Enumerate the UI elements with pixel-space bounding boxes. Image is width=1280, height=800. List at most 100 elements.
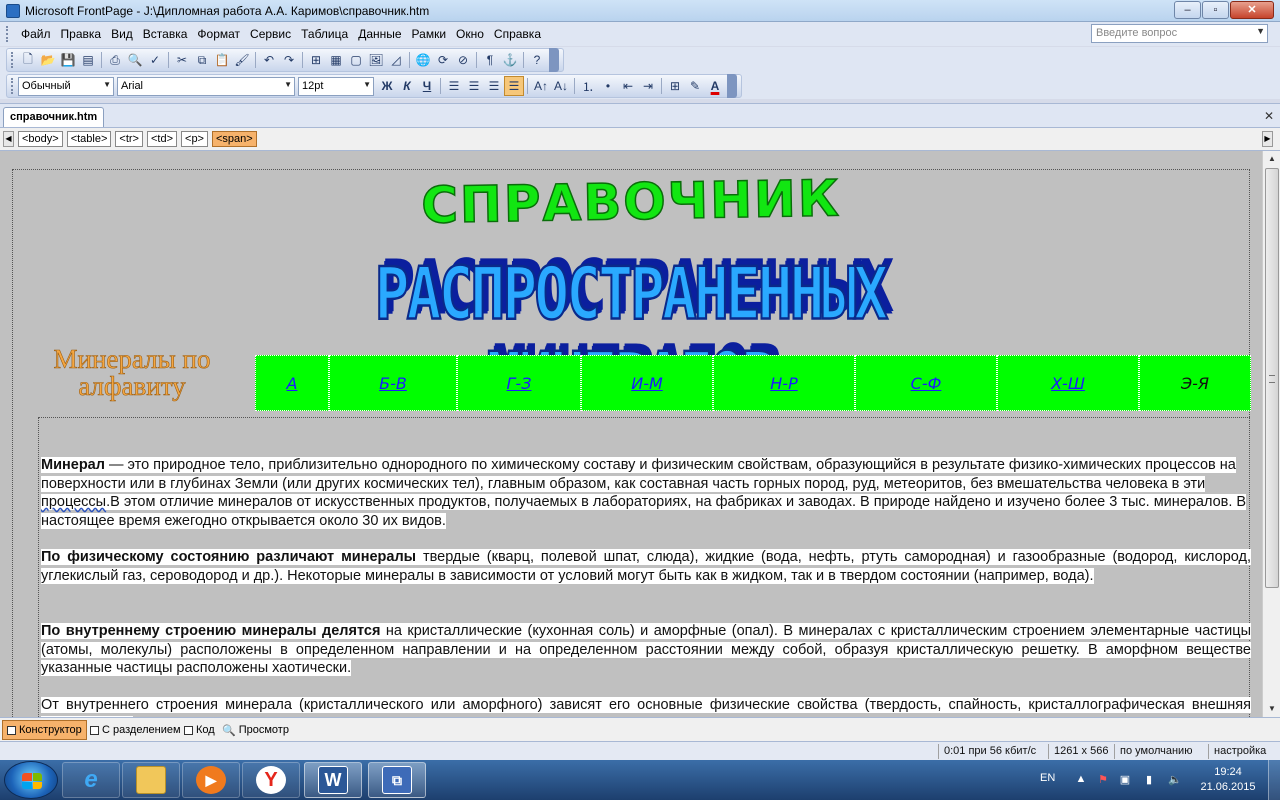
minimize-button[interactable]: – <box>1174 1 1201 19</box>
style-select[interactable]: Обычный ▼ <box>18 76 114 96</box>
paragraph-mineral-definition[interactable]: Минерал — это природное тело, приблизите… <box>41 456 1251 530</box>
tray-show-hidden-icon[interactable]: ▲ <box>1074 773 1088 787</box>
insert-table-icon[interactable]: ▦ <box>326 50 346 70</box>
design-editor[interactable]: СПРАВОЧНИК РАСПРОСТРАНЕННЫХ МИНЕРАЛОВ Ми… <box>0 151 1262 717</box>
chevron-down-icon[interactable]: ▼ <box>1256 26 1265 36</box>
increase-indent-icon[interactable]: ⇥ <box>638 76 658 96</box>
tray-device-icon[interactable]: ▣ <box>1118 773 1132 787</box>
scroll-down-icon[interactable]: ▼ <box>1264 701 1280 717</box>
menu-view[interactable]: Вид <box>106 25 138 43</box>
paragraph-link[interactable]: процессы <box>41 494 106 510</box>
help-icon[interactable]: ? <box>527 50 547 70</box>
tray-clock[interactable]: 19:24 21.06.2015 <box>1198 765 1258 795</box>
nav-link-n-r[interactable]: Н-Р <box>713 355 855 411</box>
insert-picture-icon[interactable]: 🖼 <box>366 50 386 70</box>
toolbar-options-icon[interactable] <box>549 48 559 72</box>
frontpage-app-icon[interactable] <box>6 3 20 18</box>
status-custom[interactable]: настройка <box>1214 745 1266 757</box>
menu-help[interactable]: Справка <box>489 25 546 43</box>
format-painter-icon[interactable]: 🖌 <box>232 50 252 70</box>
print-icon[interactable]: ⎙ <box>105 50 125 70</box>
justify-icon[interactable]: ☰ <box>504 76 524 96</box>
italic-button[interactable]: К <box>397 76 417 96</box>
show-desktop-button[interactable] <box>1268 760 1280 800</box>
taskbar-media-player[interactable]: ▶ <box>182 762 240 798</box>
paragraph-physical-state[interactable]: По физическому состоянию различают минер… <box>41 548 1251 585</box>
tab-split[interactable]: С разделением <box>86 720 185 740</box>
taskbar-explorer[interactable] <box>122 762 180 798</box>
bullets-icon[interactable]: • <box>598 76 618 96</box>
maximize-button[interactable]: ▫ <box>1202 1 1229 19</box>
align-center-icon[interactable]: ☰ <box>464 76 484 96</box>
tab-spravochnik[interactable]: справочник.htm <box>3 107 105 128</box>
tab-design[interactable]: Конструктор <box>2 720 87 740</box>
web-component-icon[interactable]: ⊞ <box>306 50 326 70</box>
paragraph-properties[interactable]: От внутреннего строения минерала (криста… <box>41 696 1251 717</box>
size-select[interactable]: 12pt ▼ <box>298 76 374 96</box>
paragraph-internal-structure[interactable]: По внутреннему строению минералы делятся… <box>41 622 1251 678</box>
insert-layer-icon[interactable]: ▢ <box>346 50 366 70</box>
tag-scroll-left-icon[interactable]: ◀ <box>3 131 14 147</box>
tag-tr[interactable]: <tr> <box>115 131 143 147</box>
open-folder-icon[interactable]: 📂 <box>38 50 58 70</box>
new-page-icon[interactable]: 🗋 <box>18 50 38 70</box>
menu-window[interactable]: Окно <box>451 25 489 43</box>
close-button[interactable]: ✕ <box>1230 1 1274 19</box>
toolbar-options-icon[interactable] <box>727 74 737 98</box>
tag-table[interactable]: <table> <box>66 131 112 147</box>
align-right-icon[interactable]: ☰ <box>484 76 504 96</box>
align-left-icon[interactable]: ☰ <box>444 76 464 96</box>
nav-link-g-z[interactable]: Г-З <box>457 355 581 411</box>
taskbar-yandex[interactable]: Y <box>242 762 300 798</box>
menu-data[interactable]: Данные <box>353 25 406 43</box>
scrollbar-thumb[interactable] <box>1265 168 1279 588</box>
increase-font-icon[interactable]: A↑ <box>531 76 551 96</box>
close-document-icon[interactable]: ✕ <box>1264 109 1274 123</box>
nav-link-b-v[interactable]: Б-В <box>329 355 457 411</box>
show-all-icon[interactable]: ¶ <box>480 50 500 70</box>
anchor-icon[interactable]: ⚓ <box>500 50 520 70</box>
menu-table[interactable]: Таблица <box>296 25 353 43</box>
tag-p[interactable]: <p> <box>181 131 208 147</box>
save-icon[interactable]: 💾 <box>58 50 78 70</box>
scroll-up-icon[interactable]: ▲ <box>1264 151 1280 167</box>
menu-grip-icon[interactable] <box>6 26 10 42</box>
toolbar-grip-icon[interactable] <box>11 52 14 68</box>
menu-tools[interactable]: Сервис <box>245 25 296 43</box>
tag-body[interactable]: <body> <box>18 131 63 147</box>
drawing-icon[interactable]: ◿ <box>386 50 406 70</box>
spelling-icon[interactable]: ✓ <box>145 50 165 70</box>
borders-icon[interactable]: ⊞ <box>665 76 685 96</box>
nav-link-a[interactable]: А <box>255 355 329 411</box>
bold-button[interactable]: Ж <box>377 76 397 96</box>
chevron-down-icon[interactable]: ▼ <box>363 80 371 89</box>
start-button[interactable] <box>4 761 58 799</box>
tab-code[interactable]: Код <box>180 720 219 740</box>
preview-icon[interactable]: 🔍 <box>125 50 145 70</box>
taskbar-word[interactable]: W <box>304 762 362 798</box>
taskbar-internet-explorer[interactable]: e <box>62 762 120 798</box>
copy-icon[interactable]: ⧉ <box>192 50 212 70</box>
highlight-icon[interactable]: ✎ <box>685 76 705 96</box>
redo-icon[interactable]: ↷ <box>279 50 299 70</box>
cut-icon[interactable]: ✂ <box>172 50 192 70</box>
underline-button[interactable]: Ч <box>417 76 437 96</box>
chevron-down-icon[interactable]: ▼ <box>284 80 292 89</box>
menu-format[interactable]: Формат <box>192 25 245 43</box>
help-search-input[interactable]: Введите вопрос ▼ <box>1091 24 1268 43</box>
stop-icon[interactable]: ⊘ <box>453 50 473 70</box>
decrease-indent-icon[interactable]: ⇤ <box>618 76 638 96</box>
language-indicator[interactable]: EN <box>1040 772 1055 784</box>
menu-insert[interactable]: Вставка <box>138 25 193 43</box>
tag-scroll-right-icon[interactable]: ▶ <box>1262 131 1273 147</box>
nav-link-e-ya[interactable]: Э-Я <box>1139 355 1251 411</box>
publish-icon[interactable]: ▤ <box>78 50 98 70</box>
hyperlink-icon[interactable]: 🌐 <box>413 50 433 70</box>
tray-volume-icon[interactable]: 🔈 <box>1168 773 1182 787</box>
refresh-icon[interactable]: ⟳ <box>433 50 453 70</box>
tab-preview[interactable]: 🔍 Просмотр <box>218 720 293 740</box>
content-cell[interactable]: Минерал — это природное тело, приблизите… <box>38 417 1251 717</box>
undo-icon[interactable]: ↶ <box>259 50 279 70</box>
tray-network-icon[interactable]: ▮ <box>1142 773 1156 787</box>
menu-edit[interactable]: Правка <box>56 25 107 43</box>
